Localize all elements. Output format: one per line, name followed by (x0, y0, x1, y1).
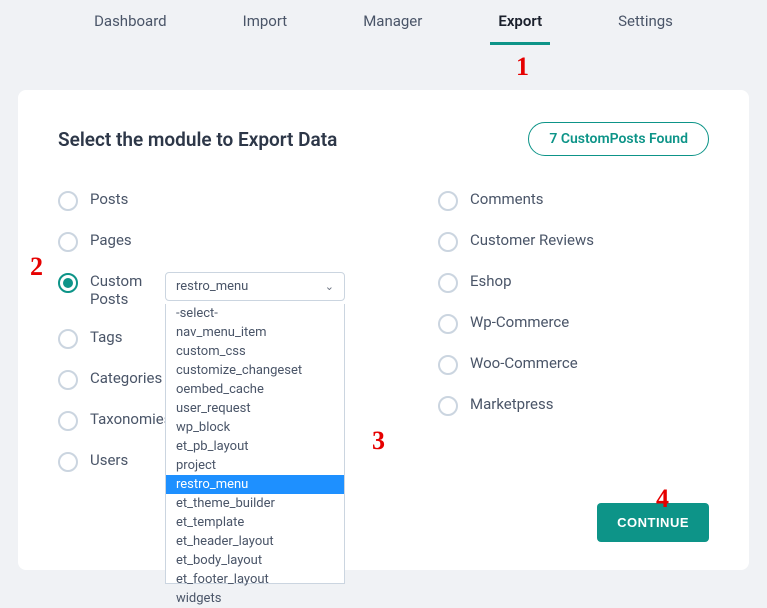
radio-woo-commerce-row[interactable]: Woo-Commerce (438, 354, 709, 375)
radio-pages[interactable] (58, 232, 78, 252)
radio-tags[interactable] (58, 329, 78, 349)
radio-wp-commerce-label: Wp-Commerce (470, 313, 569, 331)
radio-custom-posts-row[interactable]: Custom Posts restro_menu ⌄ -select-nav_m… (58, 272, 378, 308)
radio-custom-posts-label: Custom Posts (90, 272, 145, 308)
radio-taxonomies-label: Taxonomies (90, 410, 171, 428)
left-column: Posts Pages Custom Posts restro_menu ⌄ -… (58, 190, 378, 472)
custom-posts-select[interactable]: restro_menu ⌄ (165, 272, 345, 301)
dropdown-item[interactable]: nav_menu_item (166, 323, 344, 342)
radio-pages-label: Pages (90, 231, 132, 249)
radio-wp-commerce-row[interactable]: Wp-Commerce (438, 313, 709, 334)
dropdown-item[interactable]: et_pb_layout (166, 437, 344, 456)
radio-categories-label: Categories (90, 369, 162, 387)
radio-posts-row[interactable]: Posts (58, 190, 378, 211)
radio-posts-label: Posts (90, 190, 128, 208)
dropdown-item[interactable]: et_body_layout (166, 551, 344, 570)
dropdown-item[interactable]: project (166, 456, 344, 475)
radio-customer-reviews-label: Customer Reviews (470, 231, 594, 249)
radio-customer-reviews[interactable] (438, 232, 458, 252)
tab-settings[interactable]: Settings (610, 0, 681, 45)
tab-export[interactable]: Export (490, 0, 550, 45)
tab-dashboard[interactable]: Dashboard (86, 0, 175, 45)
radio-eshop-row[interactable]: Eshop (438, 272, 709, 293)
radio-users-label: Users (90, 451, 128, 469)
radio-comments-label: Comments (470, 190, 544, 208)
radio-comments[interactable] (438, 191, 458, 211)
dropdown-item[interactable]: restro_menu (166, 475, 344, 494)
radio-tags-label: Tags (90, 328, 122, 346)
dropdown-item[interactable]: et_footer_layout (166, 570, 344, 589)
radio-users[interactable] (58, 452, 78, 472)
radio-custom-posts[interactable] (58, 273, 78, 293)
radio-pages-row[interactable]: Pages (58, 231, 378, 252)
module-columns: Posts Pages Custom Posts restro_menu ⌄ -… (58, 190, 709, 472)
radio-marketpress-row[interactable]: Marketpress (438, 395, 709, 416)
radio-customer-reviews-row[interactable]: Customer Reviews (438, 231, 709, 252)
dropdown-item[interactable]: oembed_cache (166, 380, 344, 399)
dropdown-item[interactable]: et_theme_builder (166, 494, 344, 513)
page-title: Select the module to Export Data (58, 128, 337, 151)
continue-button[interactable]: CONTINUE (597, 503, 709, 542)
dropdown-item[interactable]: et_template (166, 513, 344, 532)
found-badge: 7 CustomPosts Found (528, 122, 709, 156)
radio-woo-commerce-label: Woo-Commerce (470, 354, 578, 372)
custom-posts-l1: Custom (90, 272, 145, 290)
radio-posts[interactable] (58, 191, 78, 211)
radio-eshop[interactable] (438, 273, 458, 293)
radio-comments-row[interactable]: Comments (438, 190, 709, 211)
radio-categories[interactable] (58, 370, 78, 390)
dropdown-item[interactable]: et_header_layout (166, 532, 344, 551)
chevron-down-icon: ⌄ (325, 280, 334, 293)
tab-manager[interactable]: Manager (355, 0, 430, 45)
dropdown-item[interactable]: wp_block (166, 418, 344, 437)
dropdown-item[interactable]: user_request (166, 399, 344, 418)
custom-posts-select-wrap: restro_menu ⌄ -select-nav_menu_itemcusto… (165, 272, 345, 301)
radio-marketpress-label: Marketpress (470, 395, 553, 413)
tab-bar: Dashboard Import Manager Export Settings (0, 0, 767, 45)
dropdown-item[interactable]: customize_changeset (166, 361, 344, 380)
tab-import[interactable]: Import (235, 0, 296, 45)
dropdown-item[interactable]: custom_css (166, 342, 344, 361)
right-column: Comments Customer Reviews Eshop Wp-Comme… (438, 190, 709, 472)
custom-posts-l2: Posts (90, 290, 145, 308)
radio-taxonomies[interactable] (58, 411, 78, 431)
dropdown-item[interactable]: widgets (166, 589, 344, 608)
card-header: Select the module to Export Data 7 Custo… (58, 122, 709, 156)
annotation-1: 1 (516, 52, 529, 82)
radio-wp-commerce[interactable] (438, 314, 458, 334)
export-card: Select the module to Export Data 7 Custo… (18, 90, 749, 570)
custom-posts-dropdown[interactable]: -select-nav_menu_itemcustom_csscustomize… (165, 304, 345, 584)
radio-eshop-label: Eshop (470, 272, 512, 290)
radio-marketpress[interactable] (438, 396, 458, 416)
radio-woo-commerce[interactable] (438, 355, 458, 375)
dropdown-item[interactable]: -select- (166, 304, 344, 323)
select-value: restro_menu (176, 279, 248, 294)
